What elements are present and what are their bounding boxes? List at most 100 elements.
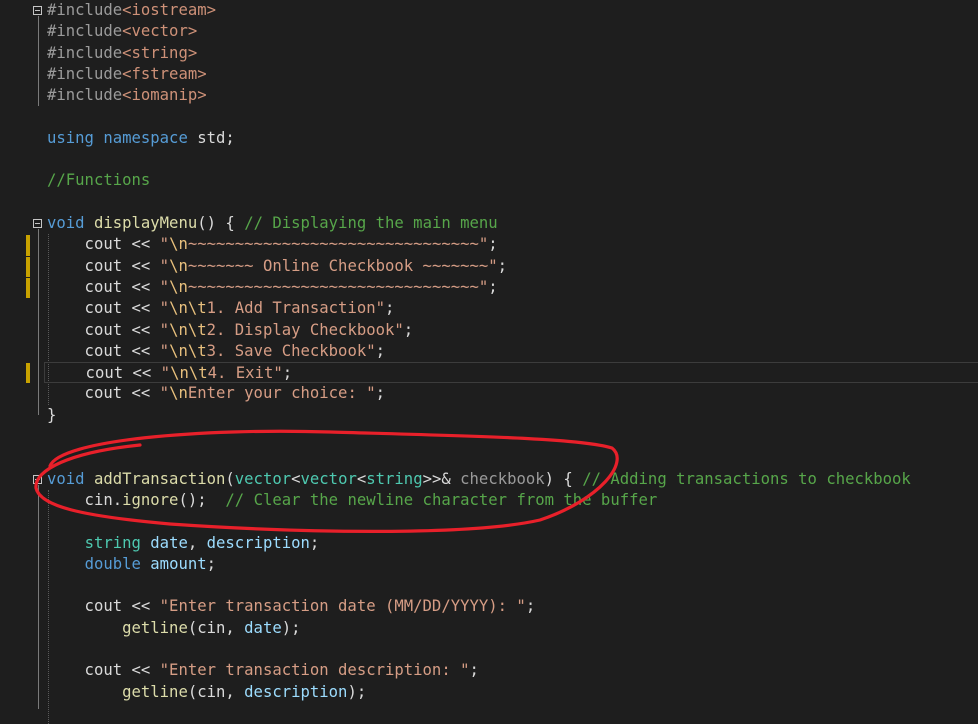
code-token: ~~~~~~~ Online Checkbook ~~~~~~~" (187, 256, 498, 275)
code-token: cout << (47, 277, 160, 296)
code-line[interactable] (0, 107, 978, 128)
code-token: #include (47, 64, 123, 83)
code-line[interactable]: cin.ignore(); // Clear the newline chara… (0, 490, 978, 511)
code-token: ); (281, 618, 301, 637)
code-token: cout << (47, 384, 160, 403)
code-token: //Functions (47, 171, 151, 190)
code-token: } (47, 405, 57, 424)
code-text: void displayMenu() { // Displaying the m… (47, 213, 498, 234)
code-text: cout << "\n\t2. Display Checkbook"; (47, 320, 414, 341)
code-line[interactable] (0, 426, 978, 447)
code-token: " (159, 341, 170, 360)
code-token: \n\t (170, 364, 208, 383)
code-token: 2. Display Checkbook" (206, 320, 404, 339)
code-text: cout << "\n~~~~~~~ Online Checkbook ~~~~… (47, 256, 508, 277)
code-token: <vector> (122, 22, 198, 41)
code-token: ~~~~~~~~~~~~~~~~~~~~~~~~~~~~~~~" (187, 235, 489, 254)
code-token: #include (47, 1, 123, 19)
code-line[interactable]: cout << "\n\t3. Save Checkbook"; (0, 341, 978, 362)
code-line[interactable] (0, 639, 978, 660)
code-token: ; (375, 384, 385, 403)
code-line[interactable] (0, 511, 978, 532)
code-line[interactable] (0, 192, 978, 213)
code-line[interactable]: cout << "\nEnter your choice: "; (0, 383, 978, 404)
change-marker (26, 363, 30, 384)
code-line[interactable]: #include<iomanip> (0, 85, 978, 106)
code-line[interactable]: string date, description; (0, 533, 978, 554)
code-text: double amount; (47, 554, 216, 575)
code-line[interactable]: #include<string> (0, 43, 978, 64)
code-token: ; (469, 661, 479, 680)
code-line[interactable] (0, 149, 978, 170)
code-token: "Enter transaction description: " (159, 661, 470, 680)
code-token: (); (178, 490, 226, 509)
code-text: cout << "\n~~~~~~~~~~~~~~~~~~~~~~~~~~~~~… (47, 277, 498, 298)
code-line[interactable]: cout << "\n\t1. Add Transaction"; (0, 298, 978, 319)
code-line[interactable]: getline(cin, date); (0, 618, 978, 639)
code-token: string (366, 469, 423, 488)
code-token: <iostream> (122, 1, 216, 19)
code-line[interactable]: cout << "Enter transaction date (MM/DD/Y… (0, 596, 978, 617)
code-token: ( (225, 469, 235, 488)
code-token: " (159, 320, 170, 339)
code-line[interactable]: cout << "\n~~~~~~~~~~~~~~~~~~~~~~~~~~~~~… (0, 234, 978, 255)
code-token: cout << (47, 597, 160, 616)
code-line[interactable] (0, 703, 978, 724)
code-line[interactable]: cout << "\n\t4. Exit"; (44, 362, 978, 384)
code-line[interactable]: cout << "Enter transaction description: … (0, 660, 978, 681)
code-token: ; (282, 364, 293, 383)
code-text: #include<iostream> (47, 0, 216, 21)
code-token: cout << (47, 341, 160, 360)
code-token: date (244, 618, 282, 637)
code-line[interactable]: void addTransaction(vector<vector<string… (0, 469, 978, 490)
code-token: (cin, (187, 682, 245, 701)
code-token: addTransaction (93, 469, 226, 488)
code-token: " (159, 256, 170, 275)
code-token: " (159, 384, 170, 403)
code-line[interactable]: using namespace std; (0, 128, 978, 149)
code-token: #include (47, 43, 123, 62)
code-token: ) { (544, 469, 583, 488)
code-token: vector (300, 469, 357, 488)
code-token: using (47, 128, 94, 147)
code-token: // Adding transactions to checkbook (582, 469, 911, 488)
code-line[interactable]: #include<vector> (0, 21, 978, 42)
code-line[interactable] (0, 575, 978, 596)
code-line[interactable]: getline(cin, description); (0, 682, 978, 703)
code-line[interactable]: void displayMenu() { // Displaying the m… (0, 213, 978, 234)
code-text: void addTransaction(vector<vector<string… (47, 469, 911, 490)
code-line[interactable]: #include<iostream> (0, 0, 978, 21)
code-text: cout << "\n~~~~~~~~~~~~~~~~~~~~~~~~~~~~~… (47, 234, 498, 255)
code-line[interactable]: double amount; (0, 554, 978, 575)
code-token: amount (150, 554, 207, 573)
code-token: "Enter transaction date (MM/DD/YYYY): " (159, 597, 526, 616)
code-text: string date, description; (47, 533, 320, 554)
code-line[interactable]: cout << "\n~~~~~~~~~~~~~~~~~~~~~~~~~~~~~… (0, 277, 978, 298)
code-token: >>& (422, 469, 461, 488)
code-editor[interactable]: #include<iostream> #include<vector> #inclu… (0, 0, 978, 724)
code-line[interactable]: #include<fstream> (0, 64, 978, 85)
code-line[interactable]: cout << "\n\t2. Display Checkbook"; (0, 320, 978, 341)
code-line[interactable] (0, 447, 978, 468)
code-line[interactable]: } (0, 405, 978, 426)
code-token: " (160, 364, 171, 383)
code-token: <iomanip> (122, 86, 207, 105)
code-token: \n (169, 235, 188, 254)
code-token: " (159, 235, 170, 254)
code-token: ; (497, 256, 508, 275)
code-token: \n (169, 277, 188, 296)
code-token: std; (187, 128, 235, 147)
code-line[interactable]: //Functions (0, 170, 978, 191)
code-token: // Clear the newline character from the … (225, 490, 658, 509)
code-token: < (356, 469, 367, 488)
code-token: , (187, 533, 207, 552)
code-token: #include (47, 86, 123, 105)
code-token: void (47, 469, 85, 488)
code-line[interactable]: cout << "\n~~~~~~~ Online Checkbook ~~~~… (0, 256, 978, 277)
